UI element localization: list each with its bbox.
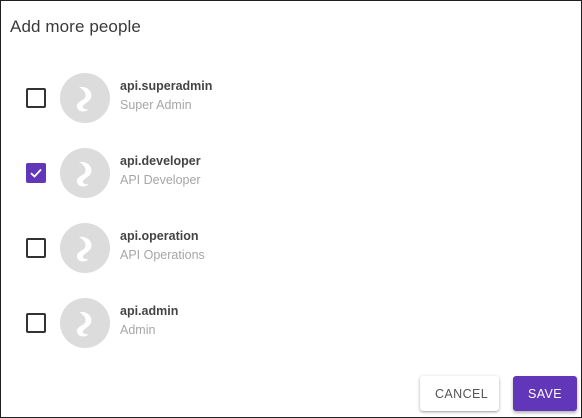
avatar-placeholder-icon bbox=[76, 161, 92, 187]
person-role: API Operations bbox=[120, 248, 205, 262]
checkbox-api-operation[interactable] bbox=[26, 238, 46, 258]
avatar bbox=[60, 148, 110, 198]
cancel-button[interactable]: CANCEL bbox=[420, 376, 499, 411]
list-item: api.admin Admin bbox=[1, 286, 581, 361]
person-name: api.operation bbox=[120, 229, 199, 243]
add-people-dialog: Add more people api.superadmin Super Adm… bbox=[0, 0, 582, 418]
avatar-placeholder-icon bbox=[76, 86, 92, 112]
person-role: Admin bbox=[120, 323, 156, 337]
person-role: Super Admin bbox=[120, 98, 192, 112]
check-icon bbox=[30, 168, 42, 178]
dialog-actions: CANCEL SAVE bbox=[420, 376, 577, 411]
avatar-placeholder-icon bbox=[76, 236, 92, 262]
person-name: api.superadmin bbox=[120, 79, 213, 93]
list-item: api.operation API Operations bbox=[1, 211, 581, 286]
checkbox-api-superadmin[interactable] bbox=[26, 88, 46, 108]
avatar bbox=[60, 298, 110, 348]
checkbox-api-developer[interactable] bbox=[26, 163, 46, 183]
list-item: api.superadmin Super Admin bbox=[1, 61, 581, 136]
person-name: api.admin bbox=[120, 304, 179, 318]
dialog-title: Add more people bbox=[10, 17, 141, 36]
people-list: api.superadmin Super Admin api.developer… bbox=[1, 61, 581, 361]
checkbox-api-admin[interactable] bbox=[26, 313, 46, 333]
list-item: api.developer API Developer bbox=[1, 136, 581, 211]
avatar bbox=[60, 223, 110, 273]
avatar bbox=[60, 73, 110, 123]
save-button[interactable]: SAVE bbox=[513, 376, 577, 411]
avatar-placeholder-icon bbox=[76, 311, 92, 337]
person-role: API Developer bbox=[120, 173, 201, 187]
person-name: api.developer bbox=[120, 154, 201, 168]
